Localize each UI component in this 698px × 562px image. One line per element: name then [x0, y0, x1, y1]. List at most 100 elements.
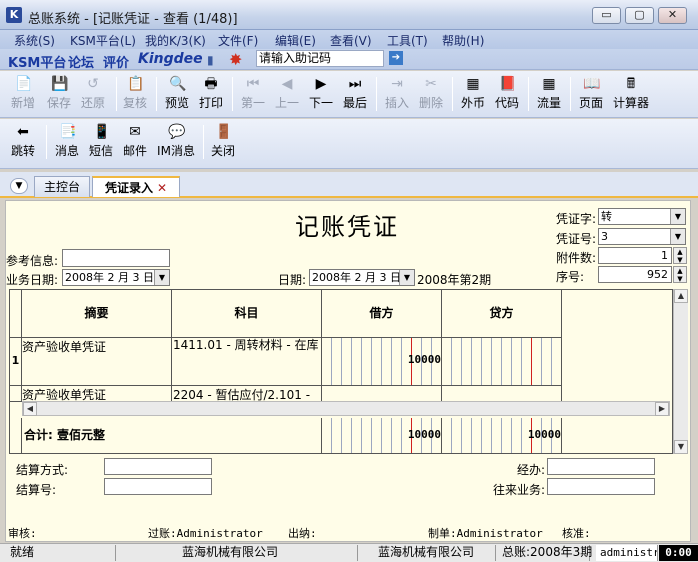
sequence-label: 序号:: [556, 270, 585, 284]
vertical-scrollbar[interactable]: ▲ ▼: [673, 289, 688, 454]
table-row-debit[interactable]: [322, 386, 442, 402]
preview-button[interactable]: 🔍 预览: [162, 71, 192, 117]
last-button[interactable]: ⏭ 最后: [340, 71, 370, 117]
restore-doc-button[interactable]: ↺ 还原: [78, 71, 108, 117]
im-message-button[interactable]: 💬 IM消息: [154, 119, 198, 165]
cashier-label: 出纳:: [288, 527, 317, 540]
prev-button[interactable]: ◀ 上一: [272, 71, 302, 117]
ksm-platform-link[interactable]: KSM平台: [8, 52, 66, 71]
settle-method-input[interactable]: [104, 458, 212, 475]
table-row-credit[interactable]: [442, 386, 562, 402]
menu-help[interactable]: 帮助(H): [442, 32, 484, 49]
partner-business-input[interactable]: [547, 478, 655, 495]
table-row-credit[interactable]: [442, 338, 562, 386]
attachment-stepper[interactable]: ▲ ▼: [673, 247, 687, 264]
review-link[interactable]: 评价: [103, 52, 129, 71]
settle-number-input[interactable]: [104, 478, 212, 495]
sms-button[interactable]: 📱 短信: [86, 119, 116, 165]
jump-button[interactable]: ⬅ 跳转: [8, 119, 38, 165]
restore-button[interactable]: ▢: [625, 7, 654, 24]
handler-input[interactable]: [547, 458, 655, 475]
summary-header: 摘要: [22, 290, 172, 338]
menu-tools[interactable]: 工具(T): [387, 32, 428, 49]
voucher-word-select[interactable]: 转 ▼: [598, 208, 686, 225]
save-button[interactable]: 💾 保存: [44, 71, 74, 117]
scroll-left-icon[interactable]: ◀: [23, 402, 37, 416]
forum-link[interactable]: 论坛: [68, 52, 94, 71]
chevron-down-icon[interactable]: ▼: [670, 229, 685, 244]
attachment-count-input[interactable]: 1: [598, 247, 672, 264]
sequence-stepper[interactable]: ▲ ▼: [673, 266, 687, 283]
total-row-number: [10, 418, 22, 453]
save-icon: 💾: [51, 76, 69, 92]
scroll-down-icon[interactable]: ▼: [674, 440, 688, 454]
debit-amount: 10000: [407, 353, 441, 366]
voucher-title: 记账凭证: [295, 213, 399, 241]
chevron-down-icon[interactable]: ▼: [399, 270, 414, 285]
first-button[interactable]: ⏮ 第一: [238, 71, 268, 117]
print-button[interactable]: 🖶 打印: [196, 71, 226, 117]
tab-main-console[interactable]: 主控台: [34, 176, 90, 197]
delete-icon: ✂: [425, 76, 437, 92]
table-row-summary[interactable]: 资产验收单凭证: [22, 386, 172, 402]
horizontal-scrollbar[interactable]: ◀ ▶: [22, 401, 670, 416]
page-button[interactable]: 📖 页面: [576, 71, 606, 117]
secondary-toolbar: ⬅ 跳转 📑 消息 📱 短信 ✉ 邮件 💬 IM消息 🚪 关闭: [0, 119, 698, 169]
ref-info-input[interactable]: [62, 249, 170, 267]
new-button[interactable]: 📄 新增: [8, 71, 38, 117]
print-icon: 🖶: [204, 76, 218, 92]
menu-ksm[interactable]: KSM平台(L): [70, 32, 136, 49]
decimal-line: [531, 338, 532, 385]
chevron-down-icon[interactable]: ▼: [670, 209, 685, 224]
date-picker[interactable]: 2008年 2 月 3 日 ▼: [309, 269, 415, 286]
scroll-right-icon[interactable]: ▶: [655, 402, 669, 416]
calculator-button[interactable]: 🖩 计算器: [610, 71, 652, 117]
mail-button[interactable]: ✉ 邮件: [120, 119, 150, 165]
table-row-account[interactable]: 2204 - 暂估应付/2.101 -: [172, 386, 322, 402]
close-window-button[interactable]: 🚪 关闭: [208, 119, 238, 165]
chevron-down-icon[interactable]: ▼: [154, 270, 169, 285]
status-company-2: 蓝海机械有限公司: [374, 545, 496, 561]
delete-button[interactable]: ✂ 删除: [416, 71, 446, 117]
table-row-debit[interactable]: 10000: [322, 338, 442, 386]
toolbar-separator: [232, 77, 233, 111]
message-button[interactable]: 📑 消息: [52, 119, 82, 165]
table-row-account[interactable]: 1411.01 - 周转材料 - 在库: [172, 338, 322, 386]
flow-button[interactable]: ▦ 流量: [534, 71, 564, 117]
total-credit-cell: 10000: [442, 418, 562, 453]
row-number: 1: [10, 338, 22, 386]
menu-my-k3[interactable]: 我的K/3(K): [145, 32, 206, 49]
close-button[interactable]: ✕: [658, 7, 687, 24]
next-button[interactable]: ▶ 下一: [306, 71, 336, 117]
insert-icon: ⇥: [391, 76, 403, 92]
tab-voucher-entry[interactable]: 凭证录入 ✕: [92, 176, 180, 197]
app-logo-icon: K: [6, 7, 22, 23]
close-tab-icon[interactable]: ✕: [157, 181, 167, 195]
menu-edit[interactable]: 编辑(E): [275, 32, 316, 49]
go-arrow-icon[interactable]: ➔: [389, 51, 403, 65]
voucher-number-input[interactable]: 3 ▼: [598, 228, 686, 245]
sequence-input[interactable]: 952: [598, 266, 672, 283]
toolbar-separator: [376, 77, 377, 111]
row-number-header: [10, 290, 22, 338]
review-icon: 📋: [127, 76, 145, 92]
menu-file[interactable]: 文件(F): [218, 32, 258, 49]
code-button[interactable]: 📕 代码: [492, 71, 522, 117]
message-icon: 📑: [59, 124, 77, 140]
mobile-icon[interactable]: ▮: [207, 53, 214, 67]
scroll-up-icon[interactable]: ▲: [674, 289, 688, 303]
chevron-down-icon[interactable]: ▼: [10, 178, 28, 194]
menu-view[interactable]: 查看(V): [330, 32, 372, 49]
toolbar-separator: [156, 77, 157, 111]
minimize-button[interactable]: ▭: [592, 7, 621, 24]
review-button[interactable]: 📋 复核: [120, 71, 150, 117]
biz-date-picker[interactable]: 2008年 2 月 3 日 ▼: [62, 269, 170, 286]
toolbar-separator: [570, 77, 571, 111]
status-period: 总账:2008年3期: [498, 545, 592, 561]
mnemonic-input[interactable]: 请输入助记码: [256, 50, 384, 67]
partner-business-label: 往来业务:: [493, 483, 546, 497]
insert-button[interactable]: ⇥ 插入: [382, 71, 412, 117]
currency-button[interactable]: ▦ 外币: [458, 71, 488, 117]
table-row-summary[interactable]: 资产验收单凭证: [22, 338, 172, 386]
menu-system[interactable]: 系统(S): [14, 32, 55, 49]
